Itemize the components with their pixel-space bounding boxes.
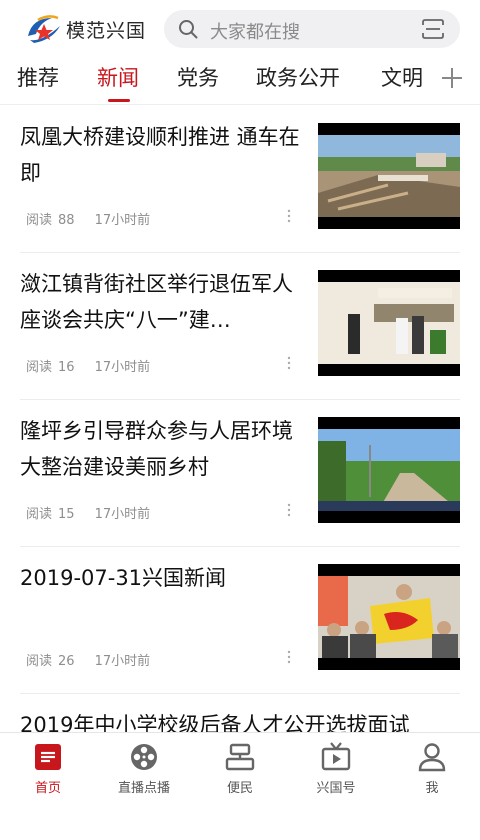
news-item[interactable]: 隆坪乡引导群众参与人居环境大整治建设美丽乡村 阅读 15 17小时前 [20, 399, 460, 547]
app-logo[interactable]: 模范兴国 [22, 12, 146, 46]
tv-icon [321, 742, 351, 771]
tab-government[interactable]: 政务公开 [256, 62, 340, 92]
news-item[interactable]: 2019-07-31兴国新闻 阅读 26 17小时前 [20, 546, 460, 694]
scan-icon[interactable] [422, 19, 444, 39]
nav-xingguo-account[interactable]: 兴国号 [288, 741, 384, 796]
news-title: 潋江镇背街社区举行退伍军人座谈会共庆“八一”建… [20, 272, 293, 332]
tab-news[interactable]: 新闻 [97, 62, 139, 92]
news-time: 17小时前 [94, 213, 151, 228]
news-meta: 阅读 26 17小时前 [26, 650, 164, 669]
category-tabs: 推荐 新闻 党务 政务公开 文明 [0, 58, 480, 105]
home-icon [35, 744, 61, 770]
app-header: 模范兴国 大家都在搜 [0, 0, 480, 58]
more-icon[interactable] [286, 356, 292, 370]
film-reel-icon [131, 744, 157, 770]
nav-label: 首页 [34, 781, 61, 796]
service-icon [225, 743, 255, 771]
news-meta: 阅读 16 17小时前 [26, 356, 164, 375]
news-title: 2019-07-31兴国新闻 [20, 566, 227, 590]
more-icon[interactable] [286, 209, 292, 223]
nav-live[interactable]: 直播点播 [96, 741, 192, 796]
add-tab-icon[interactable] [440, 66, 464, 90]
more-icon[interactable] [286, 650, 292, 664]
tab-recommend[interactable]: 推荐 [17, 62, 59, 92]
reads-label: 阅读 [26, 654, 53, 669]
search-icon [179, 20, 198, 39]
reads-count: 16 [58, 360, 75, 375]
bottom-navigation: 首页 直播点播 便民 兴国号 我 [0, 732, 480, 801]
nav-label: 兴国号 [316, 781, 356, 796]
news-title: 隆坪乡引导群众参与人居环境大整治建设美丽乡村 [20, 419, 293, 479]
more-icon[interactable] [286, 503, 292, 517]
active-tab-indicator [108, 99, 130, 102]
news-item[interactable]: 潋江镇背街社区举行退伍军人座谈会共庆“八一”建… 阅读 16 17小时前 [20, 252, 460, 400]
news-title: 凤凰大桥建设顺利推进 通车在即 [20, 125, 300, 185]
news-time: 17小时前 [94, 360, 151, 375]
news-time: 17小时前 [94, 507, 151, 522]
news-thumbnail [318, 123, 460, 229]
reads-count: 15 [58, 507, 75, 522]
news-thumbnail [318, 270, 460, 376]
nav-label: 我 [425, 781, 439, 796]
logo-icon [28, 15, 60, 43]
news-thumbnail [318, 417, 460, 523]
news-thumbnail [318, 564, 460, 670]
tab-civilization[interactable]: 文明 [381, 62, 423, 92]
nav-label: 便民 [226, 781, 253, 796]
nav-me[interactable]: 我 [384, 741, 480, 796]
news-meta: 阅读 15 17小时前 [26, 503, 164, 522]
reads-label: 阅读 [26, 213, 53, 228]
news-item[interactable]: 凤凰大桥建设顺利推进 通车在即 阅读 88 17小时前 [20, 105, 460, 253]
logo-text: 模范兴国 [66, 19, 147, 42]
news-meta: 阅读 88 17小时前 [26, 209, 164, 228]
nav-home[interactable]: 首页 [0, 741, 96, 796]
reads-count: 26 [58, 654, 75, 669]
news-time: 17小时前 [94, 654, 151, 669]
reads-label: 阅读 [26, 360, 53, 375]
tab-party[interactable]: 党务 [177, 62, 219, 92]
nav-label: 直播点播 [117, 781, 170, 796]
reads-label: 阅读 [26, 507, 53, 522]
reads-count: 88 [58, 213, 75, 228]
user-icon [418, 743, 446, 772]
search-placeholder: 大家都在搜 [210, 22, 300, 43]
search-input[interactable]: 大家都在搜 [164, 10, 460, 48]
nav-service[interactable]: 便民 [192, 741, 288, 796]
